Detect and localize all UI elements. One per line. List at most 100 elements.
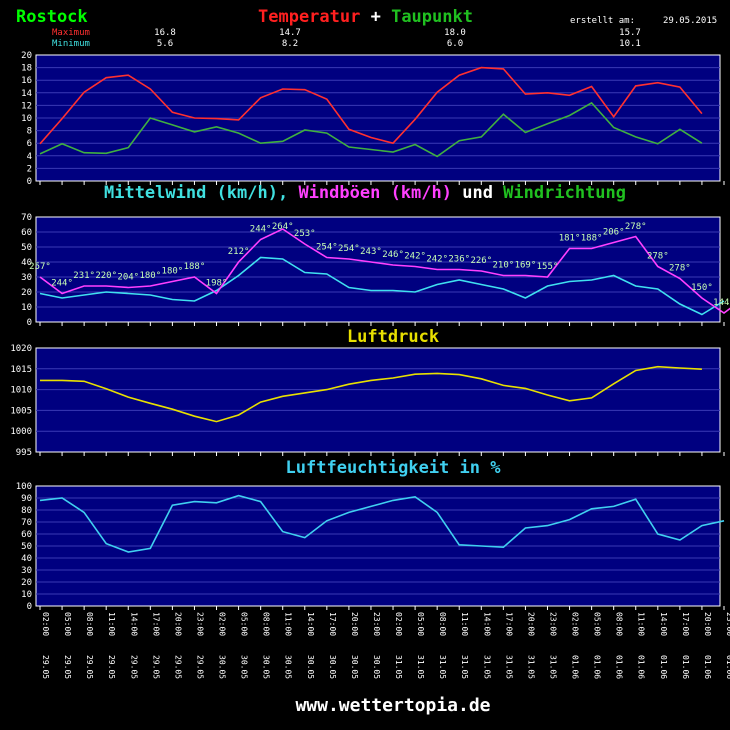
y-tick-label: 30 xyxy=(21,566,32,576)
y-tick-label: 0 xyxy=(27,602,32,612)
x-time-label: 08:00 xyxy=(438,612,447,636)
x-date-label: 29.05 xyxy=(173,655,182,679)
x-time-label: 17:00 xyxy=(151,612,160,636)
wind-direction-label: 244° xyxy=(250,225,272,235)
wind-direction-label: 198° xyxy=(206,279,228,289)
x-date-label: 01.06 xyxy=(615,655,624,679)
x-time-label: 08:00 xyxy=(615,612,624,636)
x-date-label: 31.05 xyxy=(460,655,469,679)
x-date-label: 01.06 xyxy=(637,655,646,679)
x-date-label: 30.05 xyxy=(306,655,315,679)
x-time-label: 11:00 xyxy=(107,612,116,636)
x-date-label: 30.05 xyxy=(218,655,227,679)
x-date-label: 01.06 xyxy=(725,655,730,679)
x-date-label: 29.05 xyxy=(107,655,116,679)
temperature-chart-title: Temperatur + Taupunkt xyxy=(258,7,473,27)
x-time-label: 23:00 xyxy=(725,612,730,636)
wind-direction-label: 278° xyxy=(669,264,691,274)
wind-direction-label: 150° xyxy=(691,283,713,293)
x-date-label: 29.05 xyxy=(63,655,72,679)
x-time-label: 23:00 xyxy=(372,612,381,636)
x-time-label: 08:00 xyxy=(85,612,94,636)
station-name: Rostock xyxy=(16,7,88,27)
created-date: 29.05.2015 xyxy=(663,16,717,26)
wind-direction-label: 226° xyxy=(470,256,492,266)
x-date-label: 30.05 xyxy=(262,655,271,679)
x-date-label: 01.06 xyxy=(571,655,580,679)
maximum-label: Maximum xyxy=(52,28,90,38)
wind-direction-label: 246° xyxy=(382,250,404,260)
y-tick-label: 80 xyxy=(21,506,32,516)
y-tick-label: 10 xyxy=(21,590,32,600)
x-date-label: 30.05 xyxy=(240,655,249,679)
temperature-panel: 0 2 4 6 8 10 12 14 16 18 20 xyxy=(21,51,725,187)
x-time-label: 20:00 xyxy=(526,612,535,636)
minimum-value: 6.0 xyxy=(447,39,463,49)
title-mean-wind: Mittelwind (km/h), xyxy=(104,183,288,203)
wind-direction-label: 144° xyxy=(713,298,730,308)
pressure-panel: 995 1000 1005 1010 1015 1020 xyxy=(10,344,725,458)
maximum-value: 14.7 xyxy=(279,28,301,38)
header: Rostock Temperatur + Taupunkt erstellt a… xyxy=(16,7,717,49)
x-time-label: 02:00 xyxy=(394,612,403,636)
x-date-label: 31.05 xyxy=(482,655,491,679)
pressure-chart-title: Luftdruck xyxy=(347,327,439,347)
x-time-label: 11:00 xyxy=(284,612,293,636)
maximum-values: 16.8 14.7 18.0 15.7 xyxy=(154,28,641,38)
wind-direction-label: 220° xyxy=(95,271,117,281)
maximum-value: 18.0 xyxy=(444,28,466,38)
x-date-label: 29.05 xyxy=(85,655,94,679)
x-time-label: 20:00 xyxy=(350,612,359,636)
y-tick-label: 10 xyxy=(21,114,32,124)
wind-direction-label: 257° xyxy=(29,262,51,272)
x-time-label: 14:00 xyxy=(659,612,668,636)
wind-direction-label: 204° xyxy=(117,273,139,283)
x-date-label: 01.06 xyxy=(681,655,690,679)
maximum-value: 16.8 xyxy=(154,28,176,38)
footer-website: www.wettertopia.de xyxy=(295,695,490,716)
y-tick-label: 1000 xyxy=(10,427,32,437)
wind-direction-label: 180° xyxy=(162,267,184,277)
minimum-value: 5.6 xyxy=(157,39,173,49)
y-tick-label: 14 xyxy=(21,89,32,99)
title-dewpoint: Taupunkt xyxy=(391,7,473,27)
x-time-label: 20:00 xyxy=(173,612,182,636)
x-date-label: 31.05 xyxy=(438,655,447,679)
y-tick-label: 70 xyxy=(21,518,32,528)
title-and: und xyxy=(452,183,493,203)
x-date-label: 31.05 xyxy=(548,655,557,679)
y-tick-label: 6 xyxy=(27,139,32,149)
wind-direction-label: 181° xyxy=(559,234,581,244)
y-tick-label: 40 xyxy=(21,554,32,564)
y-tick-label: 0 xyxy=(27,177,32,187)
x-time-label: 05:00 xyxy=(240,612,249,636)
chart-canvas: Rostock Temperatur + Taupunkt erstellt a… xyxy=(10,7,730,716)
y-tick-label: 12 xyxy=(21,101,32,111)
y-tick-label: 2 xyxy=(27,164,32,174)
x-date-label: 31.05 xyxy=(504,655,513,679)
y-tick-label: 10 xyxy=(21,303,32,313)
wind-direction-label: 278° xyxy=(647,252,669,262)
wind-direction-label: 244° xyxy=(51,279,73,289)
wind-direction-label: 242° xyxy=(404,252,426,262)
wind-chart-title: Mittelwind (km/h), Windböen (km/h) und W… xyxy=(104,183,626,203)
x-date-label: 31.05 xyxy=(394,655,403,679)
x-date-label: 31.05 xyxy=(416,655,425,679)
x-time-label: 02:00 xyxy=(218,612,227,636)
wind-direction-label: 278° xyxy=(625,222,647,232)
x-time-label: 17:00 xyxy=(328,612,337,636)
x-date-label: 29.05 xyxy=(129,655,138,679)
x-date-label: 01.06 xyxy=(703,655,712,679)
humidity-panel: 0 10 20 30 40 50 60 70 80 90 100 xyxy=(16,482,725,612)
wind-direction-label: 254° xyxy=(316,243,338,253)
x-time-label: 14:00 xyxy=(129,612,138,636)
x-time-label: 23:00 xyxy=(548,612,557,636)
x-time-label: 14:00 xyxy=(482,612,491,636)
x-axis-labels: 02:00 29.05 05:00 29.05 08:00 29.05 11:00 29.05… xyxy=(41,612,730,679)
y-tick-label: 20 xyxy=(21,578,32,588)
x-time-label: 02:00 xyxy=(571,612,580,636)
y-tick-label: 60 xyxy=(21,530,32,540)
minimum-values: 5.6 8.2 6.0 10.1 xyxy=(157,39,641,49)
y-tick-label: 0 xyxy=(27,318,32,328)
wind-panel: 010203040506070257°244°231° 220° 204° 180° 1… xyxy=(21,213,730,328)
